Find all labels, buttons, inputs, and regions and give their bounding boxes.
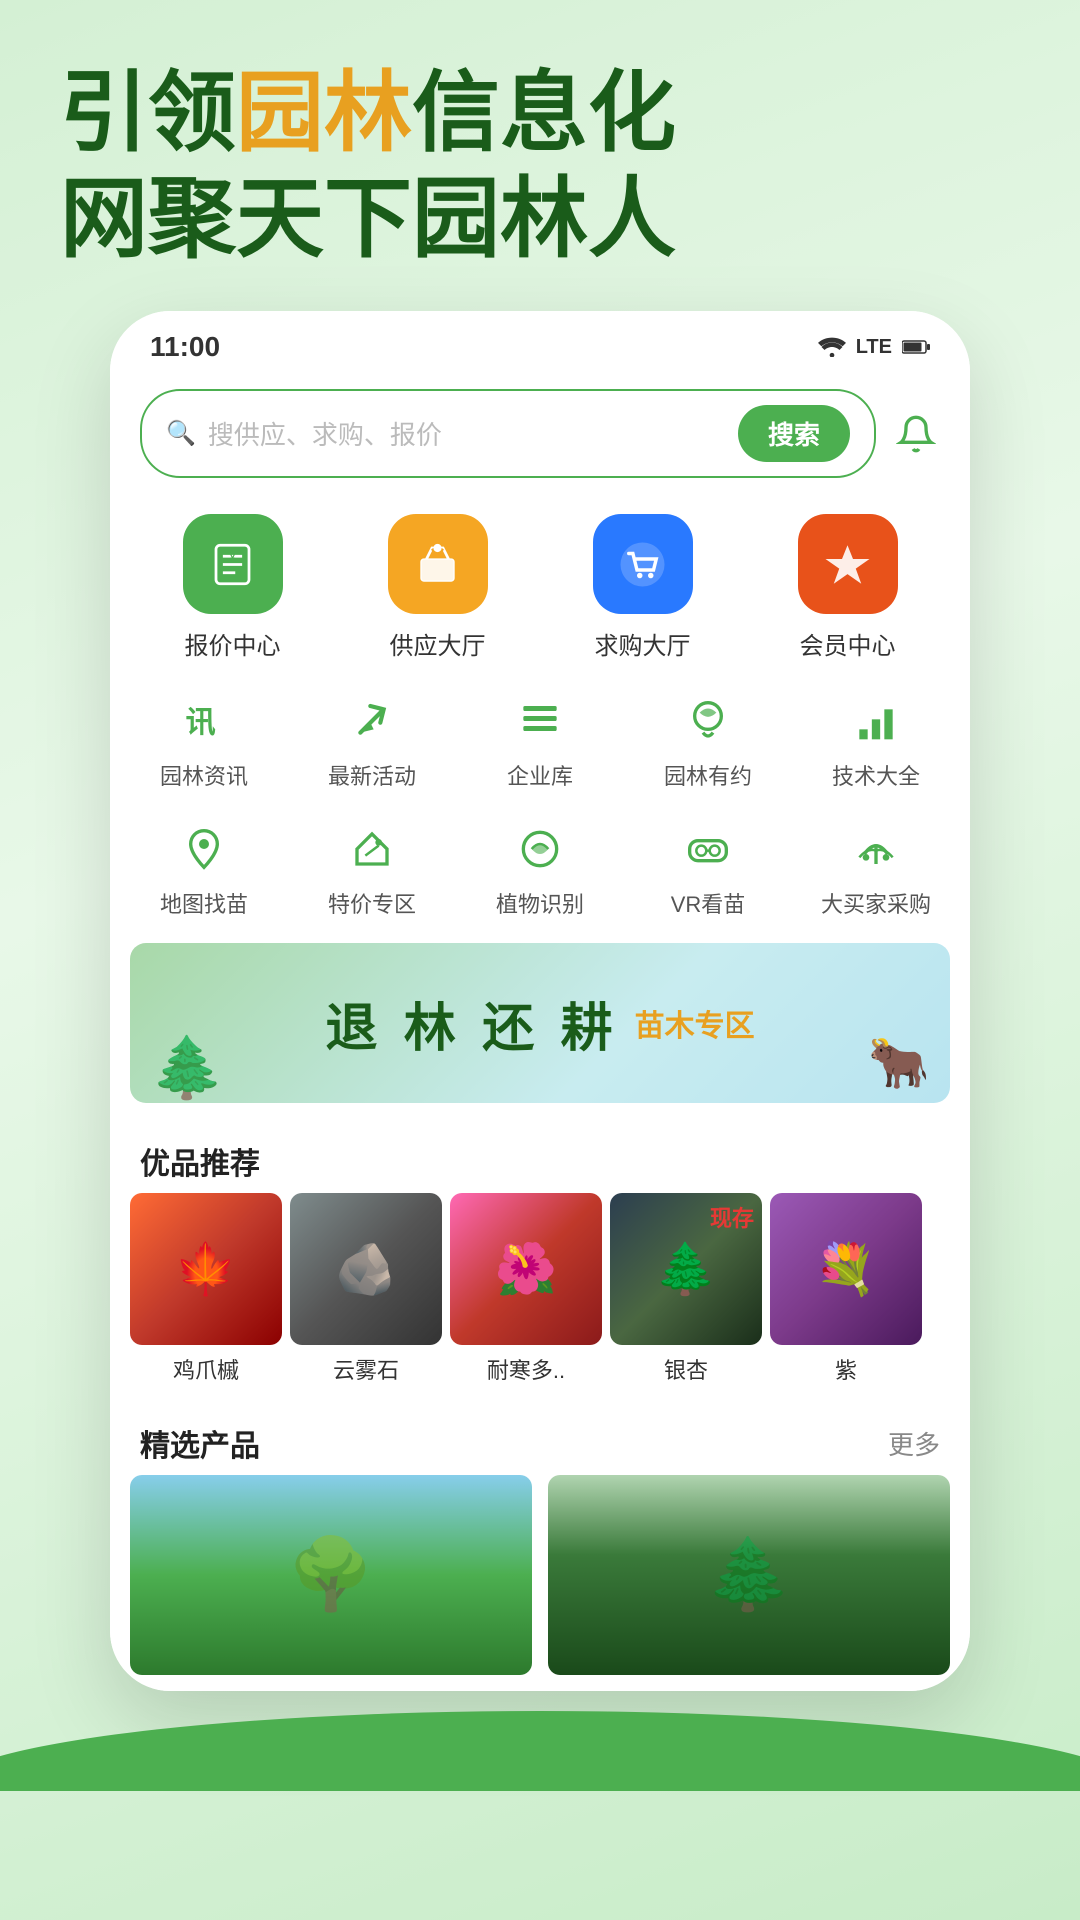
banner-content: 退 林 还 耕 苗木专区: [325, 986, 754, 1061]
product-name-zi: 紫: [835, 1353, 857, 1385]
recommended-section-header: 优品推荐: [110, 1119, 970, 1193]
search-button[interactable]: 搜索: [738, 405, 850, 462]
sub-cat-enterprise-db[interactable]: 企业库: [465, 691, 615, 791]
new-activity-icon: [342, 691, 402, 751]
headline-line1: 引领园林信息化: [60, 60, 1020, 166]
garden-appointment-label: 园林有约: [664, 759, 752, 791]
status-bar: 11:00 LTE: [110, 311, 970, 373]
product-item-yunwushi[interactable]: 🪨 云雾石: [290, 1193, 442, 1385]
bottom-wave: [0, 1711, 1080, 1791]
sub-cat-plant-id[interactable]: 植物识别: [465, 819, 615, 919]
enterprise-db-icon: [510, 691, 570, 751]
supply-hall-icon: [388, 514, 488, 614]
selected-more[interactable]: 更多: [888, 1425, 940, 1462]
selected-product-2[interactable]: 🌲: [548, 1475, 950, 1675]
special-price-icon: [342, 819, 402, 879]
tech-guide-icon: [846, 691, 906, 751]
quote-center-icon: ¥: [183, 514, 283, 614]
tech-guide-label: 技术大全: [832, 759, 920, 791]
garden-appointment-icon: [678, 691, 738, 751]
product-name-yunwushi: 云雾石: [333, 1353, 399, 1385]
search-placeholder-text: 搜供应、求购、报价: [208, 415, 726, 452]
quote-center-label: 报价中心: [185, 626, 281, 661]
search-icon: 🔍: [166, 419, 196, 448]
selected-section-header: 精选产品 更多: [110, 1401, 970, 1475]
status-icons: LTE: [818, 336, 930, 359]
main-cat-quote-center[interactable]: ¥ 报价中心: [183, 514, 283, 661]
purchase-hall-icon: [593, 514, 693, 614]
sub-categories-row2: 地图找苗 特价专区 植物识别: [110, 799, 970, 927]
selected-product-image-2: 🌲: [548, 1475, 950, 1675]
battery-icon: [902, 337, 930, 357]
sub-cat-garden-appointment[interactable]: 园林有约: [633, 691, 783, 791]
bulk-purchase-icon: [846, 819, 906, 879]
map-seedling-icon: [174, 819, 234, 879]
banner-sub-text: 苗木专区: [635, 1001, 755, 1045]
bulk-purchase-label: 大买家采购: [821, 887, 931, 919]
search-bar-container: 🔍 搜供应、求购、报价 搜索: [110, 373, 970, 494]
selected-products: 🌳 🌲: [110, 1475, 970, 1691]
svg-text:¥: ¥: [230, 552, 236, 563]
selected-product-image-1: 🌳: [130, 1475, 532, 1675]
product-item-yinxing[interactable]: 🌲 现存 银杏: [610, 1193, 762, 1385]
status-time: 11:00: [150, 331, 220, 363]
garden-news-label: 园林资讯: [160, 759, 248, 791]
sub-cat-new-activity[interactable]: 最新活动: [297, 691, 447, 791]
main-cat-member-center[interactable]: 会员中心: [798, 514, 898, 661]
sub-cat-special-price[interactable]: 特价专区: [297, 819, 447, 919]
banner-animal-decoration: 🐂: [868, 1034, 930, 1093]
selected-product-1[interactable]: 🌳: [130, 1475, 532, 1675]
product-item-zi[interactable]: 💐 紫: [770, 1193, 922, 1385]
product-item-jizhaoqi[interactable]: 🍁 鸡爪槭: [130, 1193, 282, 1385]
member-center-label: 会员中心: [800, 626, 896, 661]
vr-seedling-icon: [678, 819, 738, 879]
banner[interactable]: 🌲 退 林 还 耕 苗木专区 🐂: [130, 943, 950, 1103]
map-seedling-label: 地图找苗: [160, 887, 248, 919]
recommended-products: 🍁 鸡爪槭 🪨 云雾石 🌺 耐寒多.. 🌲 现存 银杏 💐: [110, 1193, 970, 1401]
garden-news-icon: 讯: [174, 691, 234, 751]
product-name-yinxing: 银杏: [664, 1353, 708, 1385]
product-image-yunwushi: 🪨: [290, 1193, 442, 1345]
notification-bell-icon[interactable]: [892, 410, 940, 458]
background-headline: 引领园林信息化 网聚天下园林人: [0, 0, 1080, 311]
sub-cat-bulk-purchase[interactable]: 大买家采购: [801, 819, 951, 919]
main-cat-supply-hall[interactable]: 供应大厅: [388, 514, 488, 661]
sub-cat-tech-guide[interactable]: 技术大全: [801, 691, 951, 791]
sub-cat-map-seedling[interactable]: 地图找苗: [129, 819, 279, 919]
hot-badge-yinxing: 现存: [710, 1201, 754, 1233]
special-price-label: 特价专区: [328, 887, 416, 919]
product-item-naihanduo[interactable]: 🌺 耐寒多..: [450, 1193, 602, 1385]
wifi-icon: [818, 337, 846, 357]
headline-line2: 网聚天下园林人: [60, 166, 1020, 272]
product-image-zi: 💐: [770, 1193, 922, 1345]
sub-categories-row1: 讯 园林资讯 最新活动 企业库: [110, 671, 970, 799]
main-categories: ¥ 报价中心 供应大厅: [110, 494, 970, 671]
headline-highlight: 园林: [236, 63, 412, 162]
main-cat-purchase-hall[interactable]: 求购大厅: [593, 514, 693, 661]
selected-title: 精选产品: [140, 1421, 260, 1465]
vr-seedling-label: VR看苗: [671, 887, 746, 919]
recommended-title: 优品推荐: [140, 1139, 260, 1183]
supply-hall-label: 供应大厅: [390, 626, 486, 661]
product-image-yinxing: 🌲 现存: [610, 1193, 762, 1345]
banner-main-text: 退 林 还 耕: [325, 986, 618, 1061]
product-image-jizhaoqi: 🍁: [130, 1193, 282, 1345]
product-image-naihanduo: 🌺: [450, 1193, 602, 1345]
product-name-naihanduo: 耐寒多..: [487, 1353, 565, 1385]
plant-id-label: 植物识别: [496, 887, 584, 919]
product-name-jizhaoqi: 鸡爪槭: [173, 1353, 239, 1385]
plant-id-icon: [510, 819, 570, 879]
enterprise-db-label: 企业库: [507, 759, 573, 791]
sub-cat-vr-seedling[interactable]: VR看苗: [633, 819, 783, 919]
search-bar[interactable]: 🔍 搜供应、求购、报价 搜索: [140, 389, 876, 478]
svg-text:讯: 讯: [186, 707, 216, 740]
member-center-icon: [798, 514, 898, 614]
bottom-wave-container: [0, 1711, 1080, 1791]
new-activity-label: 最新活动: [328, 759, 416, 791]
banner-tree-decoration: 🌲: [150, 1032, 225, 1103]
lte-icon: LTE: [856, 336, 892, 359]
sub-cat-garden-news[interactable]: 讯 园林资讯: [129, 691, 279, 791]
purchase-hall-label: 求购大厅: [595, 626, 691, 661]
phone-mockup: 11:00 LTE 🔍 搜供应、求购、报价 搜索: [110, 311, 970, 1691]
